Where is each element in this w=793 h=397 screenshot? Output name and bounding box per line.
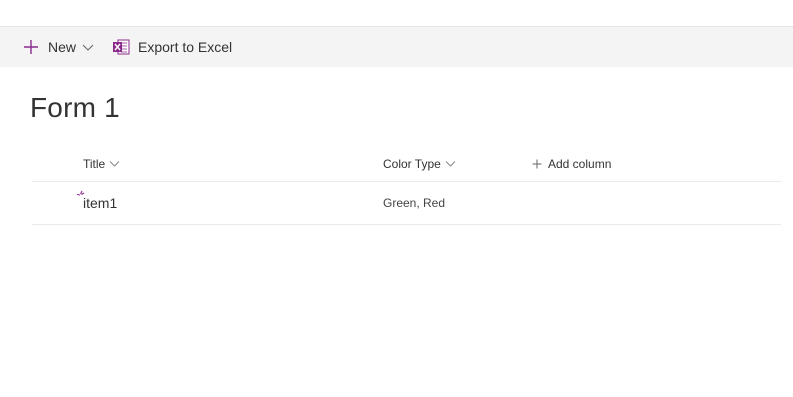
list-header: Title Color Type Add column (32, 146, 781, 182)
command-bar: New Export to Excel (0, 27, 793, 67)
new-button[interactable]: New (23, 27, 94, 67)
item-title-link[interactable]: item1 (83, 182, 117, 224)
item-color-type: Green, Red (383, 196, 446, 210)
top-bar (0, 0, 793, 27)
plus-icon (24, 40, 38, 54)
chevron-down-icon[interactable] (82, 41, 94, 53)
add-column-button[interactable]: Add column (532, 146, 611, 181)
list-view: Title Color Type Add column item1 Green,… (32, 146, 781, 225)
chevron-down-icon (445, 161, 456, 167)
export-to-excel-label: Export to Excel (138, 39, 233, 55)
export-to-excel-button[interactable]: Export to Excel (112, 27, 232, 67)
column-header-color-type-label: Color Type (383, 156, 441, 171)
excel-icon (113, 39, 130, 55)
chevron-down-icon (109, 161, 120, 167)
plus-icon (532, 159, 542, 168)
table-row[interactable]: item1 Green, Red (32, 182, 781, 225)
column-header-title[interactable]: Title (83, 146, 120, 181)
page-title: Form 1 (30, 92, 120, 123)
column-header-color-type[interactable]: Color Type (383, 146, 456, 181)
column-header-title-label: Title (83, 156, 106, 171)
new-button-label: New (48, 39, 77, 55)
add-column-label: Add column (548, 156, 612, 171)
